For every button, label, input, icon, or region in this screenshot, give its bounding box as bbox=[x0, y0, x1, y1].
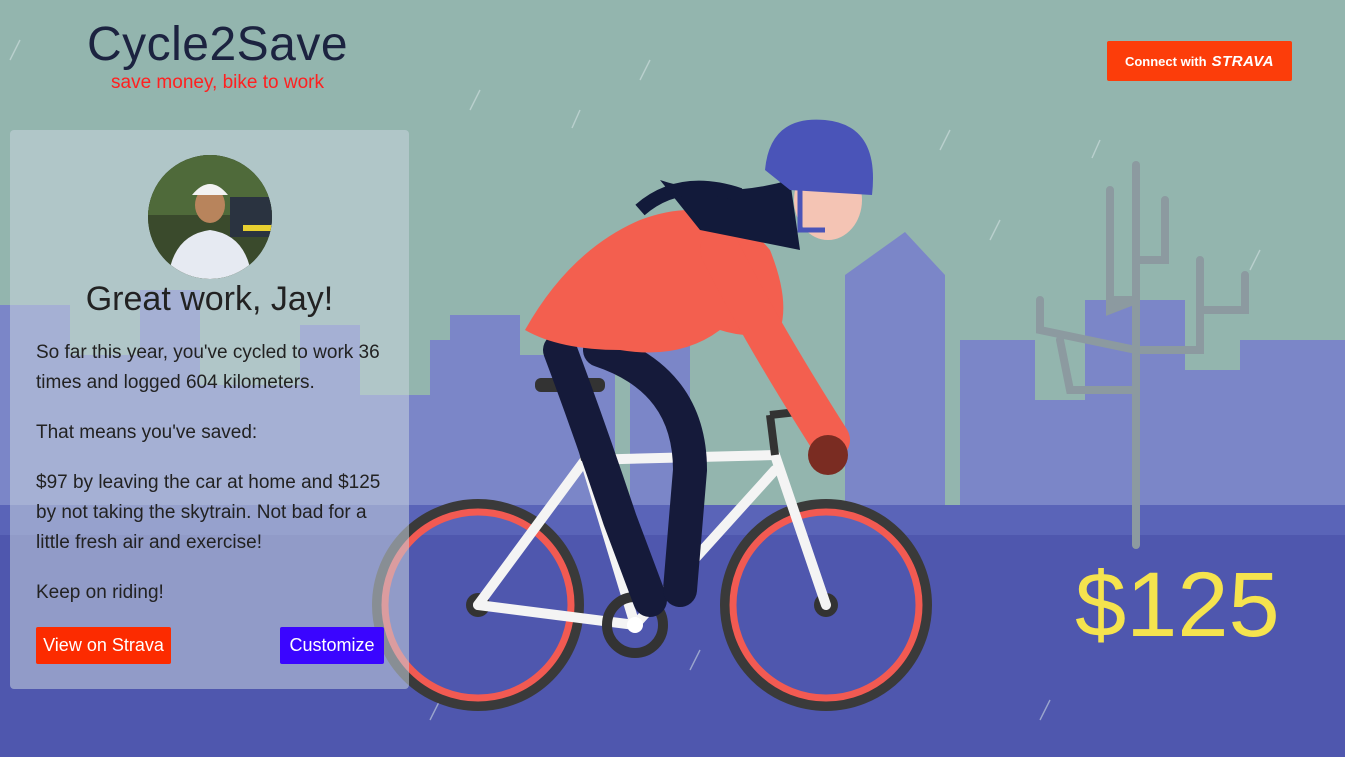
connect-strava-button[interactable]: Connect with STRAVA bbox=[1107, 41, 1292, 81]
summary-paragraph: That means you've saved: bbox=[36, 422, 258, 443]
summary-card: Great work, Jay! So far this year, you'v… bbox=[10, 130, 409, 689]
view-on-strava-button[interactable]: View on Strava bbox=[36, 627, 171, 664]
avatar bbox=[148, 155, 272, 279]
summary-paragraph: Keep on riding! bbox=[36, 582, 164, 603]
connect-label: Connect with bbox=[1124, 53, 1207, 69]
greeting-heading: Great work, Jay! bbox=[85, 280, 334, 318]
savings-amount: $125 bbox=[1075, 554, 1280, 656]
brand-header: Cycle2Save save money, bike to work bbox=[40, 18, 395, 94]
summary-text: So far this year, you've cycled to work … bbox=[36, 338, 396, 628]
app-title: Cycle2Save bbox=[86, 18, 349, 71]
summary-paragraph: $97 by leaving the car at home and $125 … bbox=[36, 472, 381, 553]
summary-paragraph: So far this year, you've cycled to work … bbox=[36, 342, 380, 393]
strava-logo: STRAVA bbox=[1211, 52, 1275, 70]
avatar-photo bbox=[148, 155, 272, 279]
customize-button[interactable]: Customize bbox=[280, 627, 384, 664]
app-tagline: save money, bike to work bbox=[111, 72, 324, 93]
